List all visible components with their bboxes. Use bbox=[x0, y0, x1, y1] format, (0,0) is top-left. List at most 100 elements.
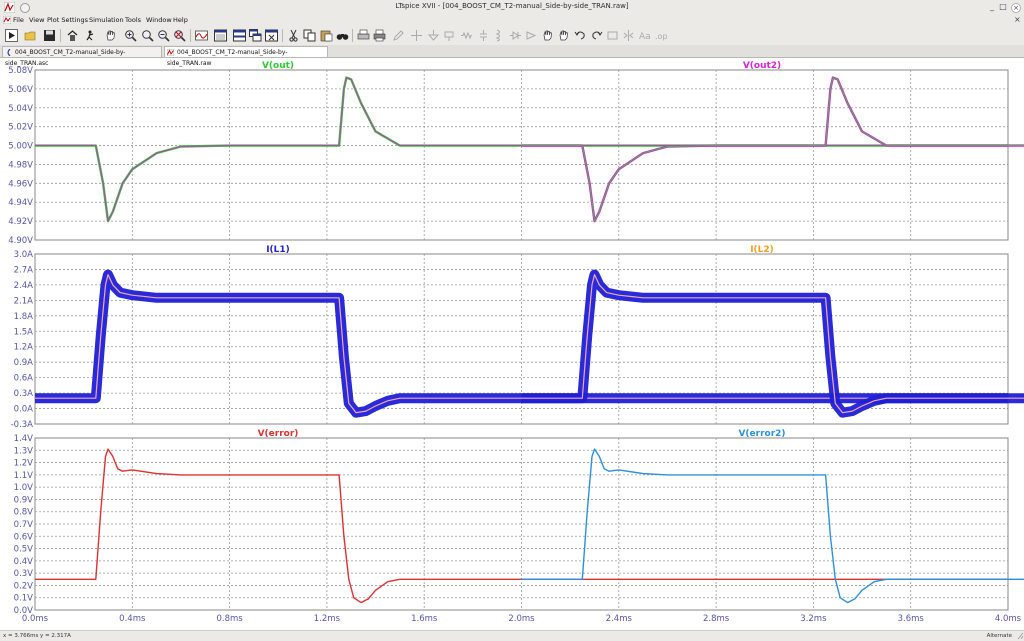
y-tick-label: 0.3A bbox=[14, 389, 34, 399]
y-tick-label: 0.6V bbox=[14, 532, 34, 542]
waveform-viewer[interactable]: 5.08V5.06V5.04V5.02V5.00V4.98V4.96V4.94V… bbox=[0, 58, 1024, 630]
y-tick-label: 4.98V bbox=[8, 160, 33, 170]
open-icon[interactable] bbox=[24, 29, 37, 42]
x-tick-label: 0.0ms bbox=[22, 614, 49, 624]
close-button[interactable]: × bbox=[1011, 3, 1021, 13]
zoom-fit-icon[interactable] bbox=[173, 29, 186, 42]
tile-horizontal-icon[interactable] bbox=[233, 29, 246, 42]
x-tick-label: 2.8ms bbox=[703, 614, 730, 624]
find-icon[interactable] bbox=[336, 29, 349, 42]
y-tick-label: 1.1V bbox=[14, 471, 34, 481]
menu-file[interactable]: File bbox=[13, 16, 24, 24]
y-tick-label: 4.90V bbox=[8, 236, 33, 246]
trace-label[interactable]: V(error2) bbox=[738, 429, 785, 439]
y-tick-label: 0.8V bbox=[14, 508, 34, 518]
y-tick-label: 1.2V bbox=[14, 459, 34, 469]
y-tick-label: 0.9V bbox=[14, 495, 34, 505]
y-tick-label: 5.04V bbox=[8, 104, 33, 114]
y-tick-label: -0.3A bbox=[11, 420, 34, 430]
inductor-icon[interactable] bbox=[493, 29, 506, 42]
y-tick-label: 1.2A bbox=[14, 343, 34, 353]
tab-schematic[interactable]: 004_BOOST_CM_T2-manual_Side-by-side_TRAN… bbox=[2, 46, 162, 57]
y-tick-label: 0.3V bbox=[14, 569, 34, 579]
minimize-button[interactable]: _ bbox=[987, 2, 997, 12]
y-tick-label: 1.5A bbox=[14, 327, 34, 337]
save-icon[interactable] bbox=[43, 29, 56, 42]
menu-view[interactable]: View bbox=[29, 16, 44, 24]
y-tick-label: 0.1V bbox=[14, 594, 34, 604]
rotate-icon[interactable] bbox=[606, 29, 619, 42]
waveform-plots[interactable]: 5.08V5.06V5.04V5.02V5.00V4.98V4.96V4.94V… bbox=[0, 58, 1024, 630]
run-icon[interactable] bbox=[5, 29, 18, 42]
trace-label[interactable]: V(out2) bbox=[743, 61, 781, 71]
document-icon bbox=[3, 16, 11, 24]
menu-help[interactable]: Help bbox=[173, 16, 188, 24]
undo-icon[interactable] bbox=[574, 29, 587, 42]
print-icon[interactable] bbox=[373, 29, 386, 42]
component-icon[interactable] bbox=[525, 29, 538, 42]
halt-icon[interactable] bbox=[85, 29, 98, 42]
x-tick-label: 4.0ms bbox=[995, 614, 1022, 624]
trace-label[interactable]: I(L1) bbox=[266, 245, 290, 255]
move-icon[interactable] bbox=[541, 29, 554, 42]
maximize-button[interactable]: □ bbox=[998, 2, 1008, 12]
control-panel-icon[interactable] bbox=[66, 29, 79, 42]
window-title: LTspice XVII - [004_BOOST_CM_T2-manual_S… bbox=[0, 2, 1024, 10]
close-window-icon[interactable] bbox=[265, 29, 278, 42]
diode-icon[interactable] bbox=[509, 29, 522, 42]
y-tick-label: 5.08V bbox=[8, 66, 33, 76]
print-setup-icon[interactable] bbox=[357, 29, 370, 42]
y-tick-label: 0.0A bbox=[14, 405, 34, 415]
x-tick-label: 0.4ms bbox=[119, 614, 146, 624]
y-tick-label: 4.96V bbox=[8, 179, 33, 189]
pan-icon[interactable] bbox=[104, 29, 117, 42]
paste-icon[interactable] bbox=[320, 29, 333, 42]
menu-tools[interactable]: Tools bbox=[125, 16, 141, 24]
copy-icon[interactable] bbox=[303, 29, 316, 42]
label-icon[interactable] bbox=[443, 29, 456, 42]
redo-icon[interactable] bbox=[590, 29, 603, 42]
trace-label[interactable]: V(error) bbox=[258, 429, 299, 439]
title-bar: LTspice XVII - [004_BOOST_CM_T2-manual_S… bbox=[0, 0, 1024, 15]
x-tick-label: 0.8ms bbox=[216, 614, 243, 624]
wire-icon[interactable] bbox=[410, 29, 423, 42]
mirror-icon[interactable] bbox=[622, 29, 635, 42]
spice-directive-icon[interactable]: .op bbox=[654, 29, 667, 42]
x-tick-label: 3.6ms bbox=[898, 614, 925, 624]
mdi-close-button[interactable]: × bbox=[1014, 15, 1021, 24]
tile-vertical-icon[interactable] bbox=[214, 29, 227, 42]
cursor-x-readout: x = 3.766ms bbox=[3, 633, 38, 639]
tab-waveform[interactable]: 004_BOOST_CM_T2-manual_Side-by-side_TRAN… bbox=[164, 46, 328, 57]
y-tick-label: 2.4A bbox=[14, 281, 34, 291]
trace-label[interactable]: V(out) bbox=[262, 61, 294, 71]
x-tick-label: 2.4ms bbox=[606, 614, 633, 624]
pencil-icon[interactable] bbox=[392, 29, 405, 42]
resistor-icon[interactable] bbox=[460, 29, 473, 42]
waveform-icon bbox=[167, 49, 174, 56]
status-bar: x = 3.766ms y = 2.317A Alternate bbox=[0, 630, 1024, 641]
toolbar: Aa .op bbox=[0, 26, 1024, 46]
menu-plot-settings[interactable]: Plot Settings bbox=[47, 16, 88, 24]
x-tick-label: 1.2ms bbox=[314, 614, 341, 624]
y-tick-label: 4.92V bbox=[8, 217, 33, 227]
capacitor-icon[interactable] bbox=[477, 29, 490, 42]
y-tick-label: 4.94V bbox=[8, 198, 33, 208]
menu-simulation[interactable]: Simulation bbox=[89, 16, 124, 24]
cascade-icon[interactable] bbox=[249, 29, 262, 42]
y-tick-label: 1.0V bbox=[14, 483, 34, 493]
cut-icon[interactable] bbox=[287, 29, 300, 42]
menu-window[interactable]: Window bbox=[146, 16, 172, 24]
y-tick-label: 0.4V bbox=[14, 557, 34, 567]
autorange-icon[interactable] bbox=[195, 29, 208, 42]
x-tick-label: 1.6ms bbox=[411, 614, 438, 624]
cursor-y-readout: y = 2.317A bbox=[40, 633, 71, 639]
ground-icon[interactable] bbox=[427, 29, 440, 42]
trace-label[interactable]: I(L2) bbox=[750, 245, 774, 255]
text-icon[interactable]: Aa bbox=[638, 29, 651, 42]
svg-text:Aa: Aa bbox=[639, 32, 651, 42]
zoom-out-icon[interactable] bbox=[157, 29, 170, 42]
drag-icon[interactable] bbox=[557, 29, 570, 42]
zoom-area-icon[interactable] bbox=[141, 29, 154, 42]
zoom-in-icon[interactable] bbox=[124, 29, 137, 42]
x-tick-label: 3.2ms bbox=[800, 614, 827, 624]
